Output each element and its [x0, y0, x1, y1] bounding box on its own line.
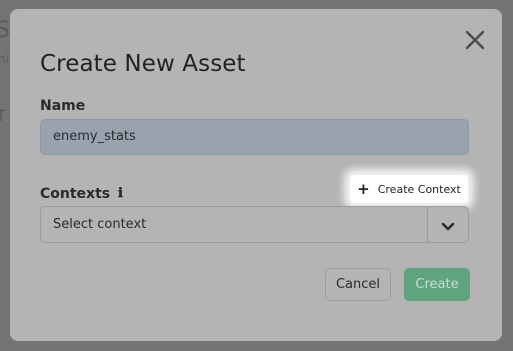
modal-title: Create New Asset	[40, 51, 246, 77]
create-asset-modal: Create New Asset Name enemy_stats Contex…	[10, 9, 502, 341]
background-text: ni	[0, 52, 9, 66]
name-label: Name	[40, 98, 86, 114]
create-context-button[interactable]: + Create Context	[350, 175, 468, 203]
background-text: S	[0, 18, 10, 43]
background-text: T	[0, 106, 6, 125]
select-divider	[427, 207, 428, 242]
create-context-label: Create Context	[377, 182, 461, 196]
plus-icon: +	[357, 179, 370, 198]
cancel-button[interactable]: Cancel	[325, 268, 391, 301]
name-input[interactable]: enemy_stats	[40, 119, 469, 155]
chevron-down-icon[interactable]	[441, 218, 455, 237]
info-icon[interactable]: ℹ	[118, 186, 123, 201]
create-button[interactable]: Create	[404, 268, 470, 301]
contexts-label: Contexts	[40, 186, 111, 202]
close-icon[interactable]	[462, 27, 488, 53]
context-select-value: Select context	[53, 217, 147, 232]
context-select[interactable]: Select context	[40, 206, 469, 243]
